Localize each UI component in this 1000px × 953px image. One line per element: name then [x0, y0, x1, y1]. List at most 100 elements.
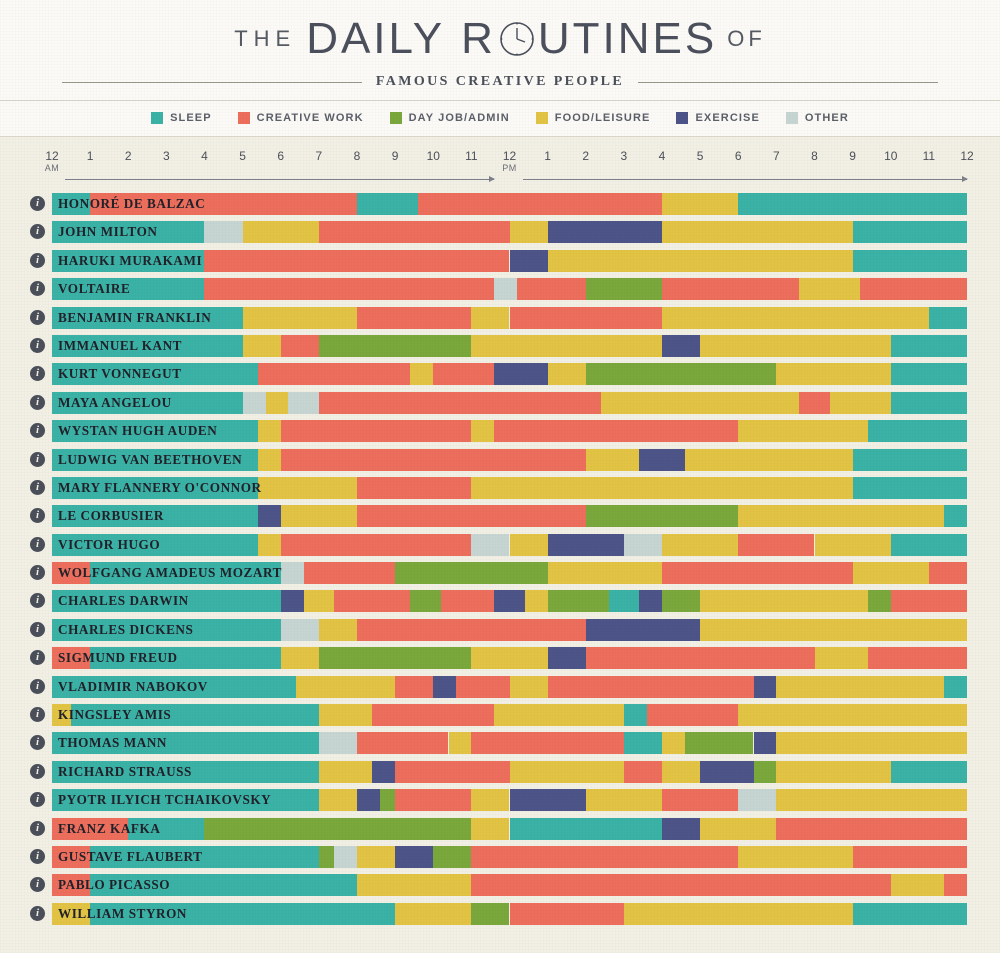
segment-creative[interactable]: [280, 334, 319, 357]
segment-creative[interactable]: [547, 675, 754, 698]
segment-food[interactable]: [738, 704, 967, 727]
segment-sleep[interactable]: [128, 817, 205, 840]
info-icon[interactable]: i: [30, 650, 45, 666]
routine-bar[interactable]: [52, 789, 967, 812]
info-icon[interactable]: i: [30, 678, 45, 694]
segment-sleep[interactable]: [852, 249, 967, 272]
segment-creative[interactable]: [799, 391, 830, 414]
segment-creative[interactable]: [52, 647, 91, 670]
routine-bar[interactable]: [52, 817, 967, 840]
segment-creative[interactable]: [433, 363, 495, 386]
segment-food[interactable]: [265, 391, 289, 414]
segment-food[interactable]: [471, 476, 853, 499]
info-icon[interactable]: i: [30, 337, 45, 353]
segment-sleep[interactable]: [852, 221, 967, 244]
segment-sleep[interactable]: [52, 420, 258, 443]
segment-sleep[interactable]: [90, 874, 357, 897]
segment-exercise[interactable]: [372, 760, 396, 783]
segment-exercise[interactable]: [395, 845, 434, 868]
segment-food[interactable]: [852, 562, 929, 585]
segment-food[interactable]: [471, 817, 510, 840]
segment-dayjob[interactable]: [318, 647, 472, 670]
segment-food[interactable]: [623, 902, 853, 925]
info-icon[interactable]: i: [30, 763, 45, 779]
segment-creative[interactable]: [418, 193, 662, 215]
segment-food[interactable]: [776, 675, 945, 698]
segment-food[interactable]: [661, 760, 701, 783]
segment-other[interactable]: [280, 562, 304, 585]
routine-bar[interactable]: [52, 334, 967, 357]
segment-sleep[interactable]: [738, 193, 967, 215]
segment-dayjob[interactable]: [318, 845, 335, 868]
segment-creative[interactable]: [585, 647, 815, 670]
segment-food[interactable]: [738, 420, 868, 443]
segment-dayjob[interactable]: [433, 845, 472, 868]
segment-creative[interactable]: [90, 193, 357, 215]
segment-exercise[interactable]: [753, 732, 777, 755]
segment-food[interactable]: [661, 306, 929, 329]
segment-creative[interactable]: [280, 448, 586, 471]
segment-sleep[interactable]: [852, 902, 967, 925]
segment-other[interactable]: [738, 789, 777, 812]
segment-creative[interactable]: [52, 874, 91, 897]
segment-sleep[interactable]: [90, 845, 319, 868]
info-icon[interactable]: i: [30, 281, 45, 297]
segment-food[interactable]: [509, 760, 624, 783]
segment-other[interactable]: [288, 391, 319, 414]
segment-creative[interactable]: [52, 562, 91, 585]
segment-sleep[interactable]: [52, 221, 205, 244]
segment-food[interactable]: [395, 902, 472, 925]
segment-creative[interactable]: [509, 306, 662, 329]
routine-bar[interactable]: [52, 193, 967, 215]
segment-sleep[interactable]: [928, 306, 967, 329]
segment-dayjob[interactable]: [684, 732, 754, 755]
segment-sleep[interactable]: [52, 675, 296, 698]
segment-food[interactable]: [318, 789, 357, 812]
routine-bar[interactable]: [52, 618, 967, 641]
segment-creative[interactable]: [944, 874, 967, 897]
routine-bar[interactable]: [52, 533, 967, 556]
routine-bar[interactable]: [52, 732, 967, 755]
segment-food[interactable]: [448, 732, 472, 755]
segment-food[interactable]: [547, 363, 586, 386]
segment-sleep[interactable]: [52, 533, 258, 556]
segment-sleep[interactable]: [52, 391, 243, 414]
segment-food[interactable]: [700, 618, 967, 641]
segment-food[interactable]: [242, 306, 357, 329]
segment-creative[interactable]: [776, 817, 967, 840]
segment-sleep[interactable]: [52, 760, 319, 783]
info-icon[interactable]: i: [30, 309, 45, 325]
segment-creative[interactable]: [860, 278, 967, 301]
segment-exercise[interactable]: [494, 363, 548, 386]
segment-creative[interactable]: [395, 789, 472, 812]
segment-creative[interactable]: [356, 476, 472, 499]
info-icon[interactable]: i: [30, 366, 45, 382]
segment-dayjob[interactable]: [585, 363, 777, 386]
segment-food[interactable]: [524, 590, 548, 613]
segment-sleep[interactable]: [623, 732, 662, 755]
segment-creative[interactable]: [280, 420, 472, 443]
segment-creative[interactable]: [661, 789, 739, 812]
routine-bar[interactable]: [52, 306, 967, 329]
segment-food[interactable]: [257, 420, 281, 443]
segment-exercise[interactable]: [700, 760, 754, 783]
segment-creative[interactable]: [738, 533, 815, 556]
segment-food[interactable]: [280, 505, 357, 528]
segment-food[interactable]: [318, 760, 373, 783]
segment-creative[interactable]: [52, 845, 91, 868]
segment-exercise[interactable]: [509, 789, 586, 812]
routine-bar[interactable]: [52, 278, 967, 301]
info-icon[interactable]: i: [30, 820, 45, 836]
segment-food[interactable]: [242, 221, 319, 244]
segment-food[interactable]: [738, 505, 945, 528]
segment-food[interactable]: [471, 334, 662, 357]
segment-sleep[interactable]: [52, 618, 281, 641]
info-icon[interactable]: i: [30, 593, 45, 609]
segment-food[interactable]: [471, 647, 548, 670]
segment-sleep[interactable]: [52, 590, 281, 613]
segment-sleep[interactable]: [509, 817, 662, 840]
segment-creative[interactable]: [928, 562, 967, 585]
segment-sleep[interactable]: [890, 533, 967, 556]
segment-food[interactable]: [356, 845, 396, 868]
info-icon[interactable]: i: [30, 394, 45, 410]
